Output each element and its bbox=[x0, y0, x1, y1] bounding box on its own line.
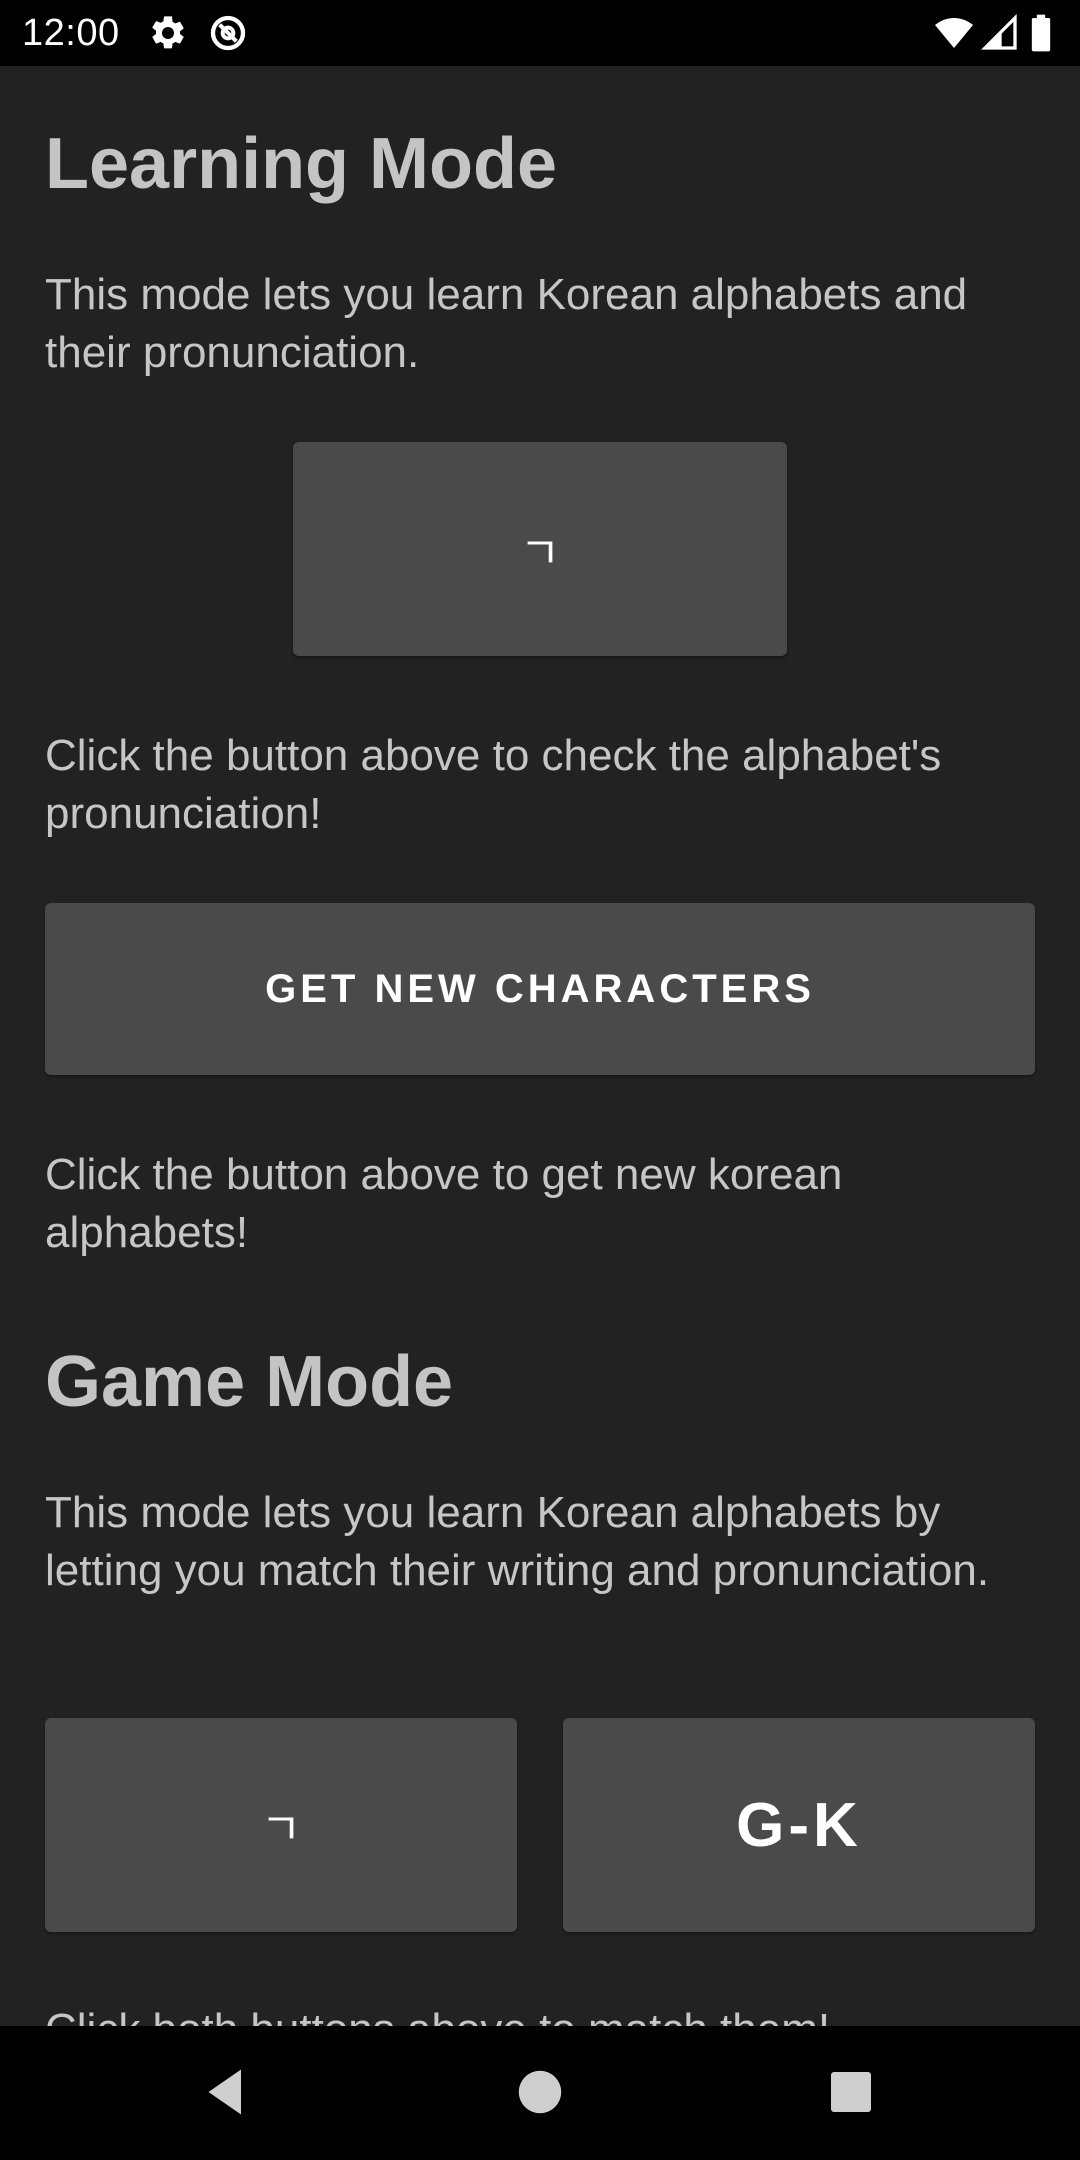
game-pronunciation-button[interactable]: G-K bbox=[563, 1718, 1035, 1932]
back-icon[interactable] bbox=[196, 2062, 256, 2122]
gear-icon bbox=[148, 13, 188, 53]
signal-icon bbox=[980, 13, 1020, 53]
learning-character-button[interactable]: ㄱ bbox=[293, 442, 787, 656]
learning-mode-description: This mode lets you learn Korean alphabet… bbox=[45, 270, 968, 377]
learning-character-label: ㄱ bbox=[519, 528, 561, 579]
get-new-characters-button[interactable]: GET NEW CHARACTERS bbox=[45, 903, 1035, 1075]
game-writing-label: ㄱ bbox=[260, 1804, 302, 1855]
learning-mode-title: Learning Mode bbox=[45, 124, 558, 204]
navigation-bar bbox=[0, 2026, 1080, 2160]
battery-icon bbox=[1026, 13, 1056, 53]
home-icon[interactable] bbox=[510, 2062, 570, 2122]
game-pronunciation-label: G-K bbox=[736, 1790, 862, 1860]
match-hint: Click both buttons above to match them! bbox=[45, 2001, 1045, 2026]
character-hint: Click the button above to check the alph… bbox=[45, 731, 942, 838]
at-sign-icon bbox=[208, 13, 248, 53]
recents-icon[interactable] bbox=[821, 2062, 881, 2122]
get-new-characters-label: GET NEW CHARACTERS bbox=[265, 966, 815, 1011]
new-characters-hint: Click the button above to get new korean… bbox=[45, 1150, 843, 1257]
app-screen: 12:00 Learning Mode This mode lets you l… bbox=[0, 0, 1080, 2160]
game-writing-button[interactable]: ㄱ bbox=[45, 1718, 517, 1932]
status-bar: 12:00 bbox=[0, 0, 1080, 66]
main-content: Learning Mode This mode lets you learn K… bbox=[0, 66, 1080, 2026]
status-time: 12:00 bbox=[22, 12, 120, 54]
wifi-icon bbox=[934, 13, 974, 53]
game-mode-description: This mode lets you learn Korean alphabet… bbox=[45, 1488, 990, 1595]
game-mode-title: Game Mode bbox=[45, 1342, 454, 1422]
